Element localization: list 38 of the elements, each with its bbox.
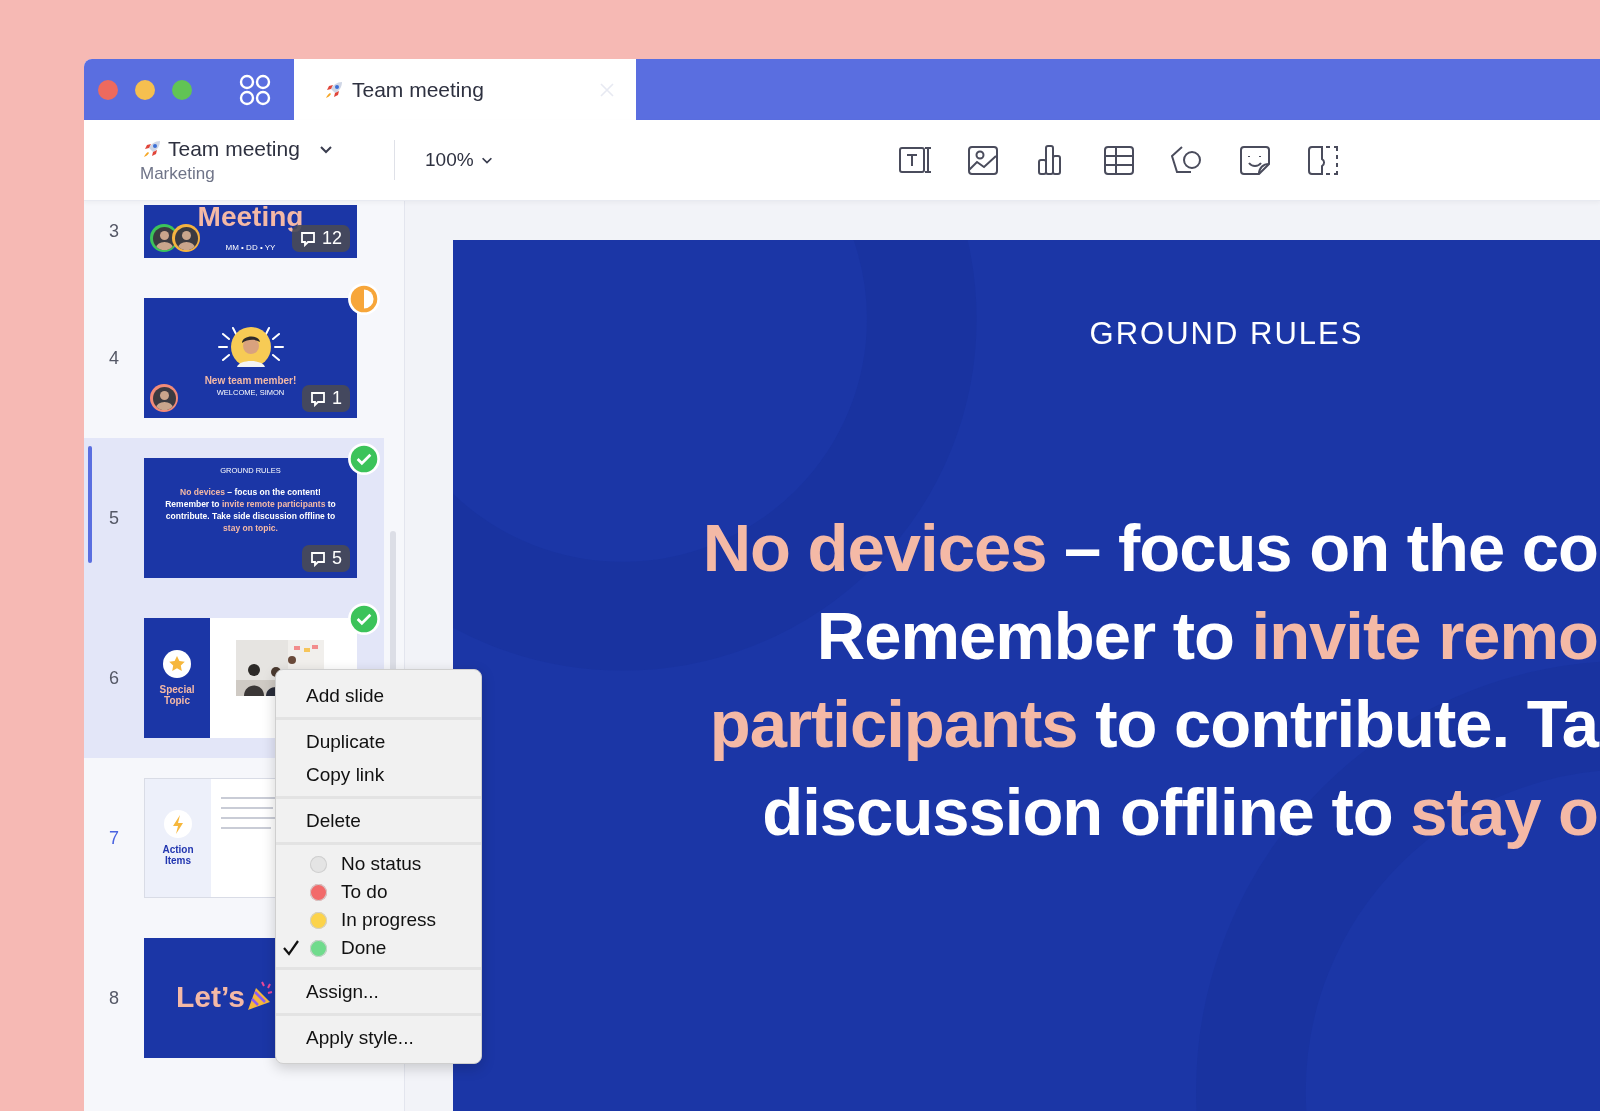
- comment-count-badge[interactable]: 1: [302, 385, 350, 412]
- slide-text-line: discussion offline to stay o: [761, 773, 1598, 851]
- in-progress-status-icon[interactable]: [347, 282, 381, 316]
- slide-number: 3: [108, 221, 120, 242]
- image-icon[interactable]: [965, 143, 1000, 177]
- sticker-icon[interactable]: [1237, 143, 1272, 177]
- lightning-icon: [164, 810, 192, 838]
- slide-number: 5: [108, 507, 120, 529]
- slide-title: Let’s: [176, 980, 245, 1014]
- document-tab[interactable]: Team meeting: [294, 59, 636, 120]
- slide-number: 7: [108, 827, 120, 849]
- slide-text: No devices – focus on the content! Remember to invite remote participants to contribute. Take side discussion offline to stay on topic.: [164, 487, 337, 535]
- user-avatar[interactable]: [150, 384, 178, 412]
- slide-text-line: participants to contribute. Ta: [708, 685, 1598, 763]
- done-status-icon[interactable]: [347, 442, 381, 476]
- slide-number: 6: [108, 667, 120, 689]
- apps-icon[interactable]: [239, 73, 271, 106]
- document-title[interactable]: Team meeting: [168, 136, 300, 161]
- slide-number: 4: [108, 347, 120, 369]
- slide-title: New team member!: [204, 375, 297, 386]
- folder-name: Marketing: [140, 163, 216, 184]
- checkmark-icon: [282, 939, 300, 957]
- slide-canvas[interactable]: GROUND RULES No devices – focus on the co Remember to invite remo participants to contribute. Ta discussion offline to stay o: [453, 240, 1600, 1111]
- slide-title: Special Topic: [158, 684, 196, 706]
- table-icon[interactable]: [1101, 143, 1136, 177]
- slide-text-line: No devices – focus on the co: [701, 509, 1598, 587]
- slide-number: 8: [108, 987, 120, 1009]
- user-avatar[interactable]: [172, 224, 200, 252]
- slide-text-line: Remember to invite remo: [815, 597, 1598, 675]
- tab-title: Team meeting: [352, 77, 484, 102]
- slide-thumbnail[interactable]: Meeting MM • DD • YY 12: [144, 205, 357, 258]
- zoom-dropdown[interactable]: 100%: [425, 149, 494, 171]
- slide-title: Action Items: [161, 844, 195, 866]
- slide-date: MM • DD • YY: [225, 243, 276, 252]
- comment-count-badge[interactable]: 5: [302, 545, 350, 572]
- window-minimize-button[interactable]: [135, 79, 155, 100]
- slide-heading: GROUND RULES: [1088, 316, 1365, 352]
- embed-icon[interactable]: [1305, 143, 1340, 177]
